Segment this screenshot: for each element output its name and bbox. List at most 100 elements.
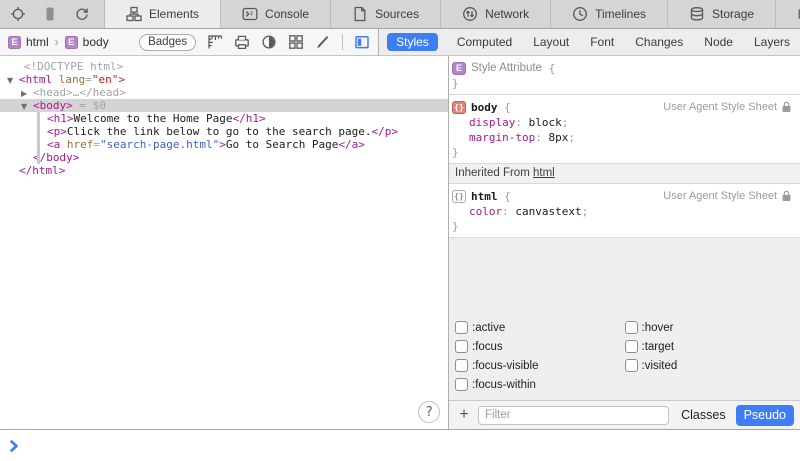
lock-icon	[781, 190, 792, 202]
pseudo-checkbox-hover[interactable]	[625, 321, 638, 334]
rulers-icon[interactable]	[207, 34, 223, 50]
sidebar-tab-changes[interactable]: Changes	[633, 33, 685, 51]
tab-graphics[interactable]: Graphics	[775, 0, 800, 28]
breadcrumb-label: html	[26, 35, 49, 49]
breadcrumb-item-html[interactable]: Ehtml	[8, 35, 49, 49]
dom-tree-line[interactable]: <a href="search-page.html">Go to Search …	[0, 138, 448, 151]
rule-selector[interactable]: html	[471, 190, 498, 203]
code-token: "en"	[92, 73, 119, 86]
sidebar-tab-computed[interactable]: Computed	[455, 33, 514, 51]
grid-overlay-icon[interactable]	[288, 34, 304, 50]
pseudo-toggle-button[interactable]: Pseudo	[736, 405, 794, 426]
color-scheme-icon[interactable]	[261, 34, 277, 50]
dom-tree-line[interactable]: <!DOCTYPE html>	[0, 60, 448, 73]
property-value[interactable]: block	[529, 116, 562, 129]
css-property[interactable]: margin-top: 8px;	[449, 130, 800, 145]
code-token: </a>	[338, 138, 365, 151]
tab-storage[interactable]: Storage	[667, 0, 775, 28]
dom-tree-panel: <!DOCTYPE html>▼<html lang="en">▶<head>……	[0, 56, 449, 429]
sidebar-tab-styles[interactable]: Styles	[387, 33, 438, 51]
details-sidebar-toggle[interactable]	[354, 34, 370, 50]
edit-brush-icon[interactable]	[315, 34, 331, 50]
sidebar-tab-font[interactable]: Font	[588, 33, 616, 51]
tab-timelines[interactable]: Timelines	[550, 0, 667, 28]
css-property[interactable]: color: canvastext;	[449, 204, 800, 219]
badges-button[interactable]: Badges	[139, 34, 196, 51]
pseudo-class-label: :target	[642, 341, 675, 353]
open-brace: {	[542, 62, 555, 75]
quick-console-bar[interactable]	[0, 429, 800, 461]
close-brace: }	[449, 219, 800, 234]
pseudo-checkbox-focus-within[interactable]	[455, 378, 468, 391]
pseudo-checkbox-focus-visible[interactable]	[455, 359, 468, 372]
property-name[interactable]: display	[469, 116, 515, 129]
print-styles-icon[interactable]	[234, 34, 250, 50]
network-icon	[462, 6, 478, 22]
property-name[interactable]: color	[469, 205, 502, 218]
property-value[interactable]: 8px	[548, 131, 568, 144]
pseudo-checkbox-focus[interactable]	[455, 340, 468, 353]
pseudo-class-row: :focus-within	[455, 375, 625, 394]
elements-toolbar-actions: Badges	[139, 34, 370, 51]
pseudo-class-label: :active	[472, 322, 505, 334]
storage-icon	[689, 6, 705, 22]
dom-tree-line[interactable]: ▼<html lang="en">	[0, 73, 448, 86]
dom-tree-line[interactable]: ▶<head>…</head>	[0, 86, 448, 99]
close-brace: }	[449, 145, 800, 160]
classes-toggle-button[interactable]: Classes	[681, 408, 725, 422]
sidebar-tab-layers[interactable]: Layers	[752, 33, 792, 51]
property-value[interactable]: canvastext	[515, 205, 581, 218]
code-token: Welcome to the Home Page	[74, 112, 233, 125]
pseudo-checkbox-visited[interactable]	[625, 359, 638, 372]
elements-toolbar: Ehtml›Ebody Badges	[0, 29, 379, 56]
secondary-toolbar: Ehtml›Ebody Badges Styles Computed Layout F…	[0, 29, 800, 56]
open-brace: {	[498, 101, 511, 114]
pseudo-checkbox-target[interactable]	[625, 340, 638, 353]
element-badge-icon: E	[8, 36, 21, 49]
code-token: >	[219, 138, 226, 151]
dom-tree-line[interactable]: <h1>Welcome to the Home Page</h1>	[0, 112, 448, 125]
reload-icon[interactable]	[74, 6, 90, 22]
code-token: =	[93, 138, 100, 151]
lock-icon	[781, 101, 792, 113]
toolbar-left-icons	[0, 0, 104, 28]
styles-filter-bar: + Classes Pseudo	[449, 400, 800, 429]
pseudo-class-label: :focus-visible	[472, 360, 538, 372]
semicolon: ;	[562, 116, 569, 129]
colon: :	[515, 116, 528, 129]
dom-tree-line[interactable]: <p>Click the link below to go to the sea…	[0, 125, 448, 138]
pseudo-checkbox-active[interactable]	[455, 321, 468, 334]
code-token: =	[85, 73, 92, 86]
code-token: Go to Search Page	[226, 138, 339, 151]
inspect-element-icon[interactable]	[10, 6, 26, 22]
css-property[interactable]: display: block;	[449, 115, 800, 130]
dom-tree-line[interactable]: </body>	[0, 151, 448, 164]
rule-selector[interactable]: Style Attribute	[471, 62, 542, 74]
breadcrumb-item-body[interactable]: Ebody	[65, 35, 109, 49]
device-icon[interactable]	[42, 6, 58, 22]
help-button[interactable]: ?	[418, 401, 440, 423]
pseudo-class-row: :focus	[455, 337, 625, 356]
main-toolbar: ElementsConsoleSourcesNetworkTimelinesSt…	[0, 0, 800, 29]
styles-filter-input[interactable]	[478, 406, 669, 425]
code-token: <!DOCTYPE html>	[24, 60, 123, 73]
dom-tree-line[interactable]: ▼<body> = $0	[0, 99, 448, 112]
tab-network[interactable]: Network	[440, 0, 550, 28]
inherited-from-link[interactable]: html	[533, 167, 555, 179]
add-rule-button[interactable]: +	[455, 406, 473, 424]
tab-elements[interactable]: Elements	[104, 0, 220, 28]
styles-panel-empty-area	[449, 238, 800, 313]
tab-sources[interactable]: Sources	[330, 0, 440, 28]
code-token: >	[118, 73, 125, 86]
code-token: </html>	[19, 164, 65, 177]
dom-tree-line[interactable]: </html>	[0, 164, 448, 177]
rule-selector[interactable]: body	[471, 101, 498, 114]
pseudo-class-label: :focus-within	[472, 379, 536, 391]
sidebar-tab-layout[interactable]: Layout	[531, 33, 571, 51]
property-name[interactable]: margin-top	[469, 131, 535, 144]
breadcrumb-label: body	[83, 35, 109, 49]
tab-console[interactable]: Console	[220, 0, 330, 28]
breadcrumb: Ehtml›Ebody	[8, 35, 109, 49]
sources-icon	[352, 6, 368, 22]
sidebar-tab-node[interactable]: Node	[702, 33, 735, 51]
